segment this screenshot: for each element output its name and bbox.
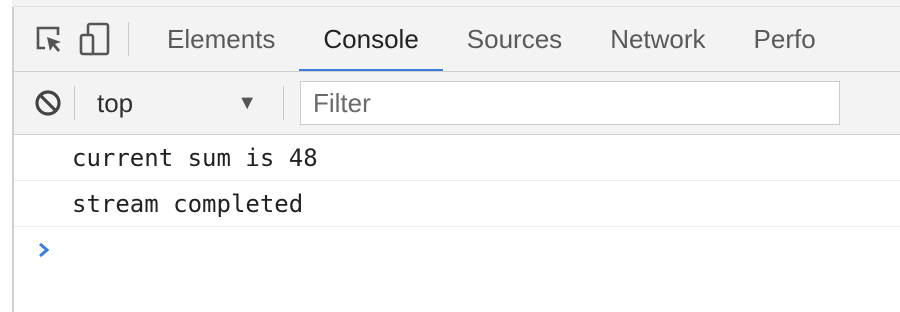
console-prompt[interactable] (14, 227, 900, 273)
tab-console[interactable]: Console (299, 7, 444, 71)
prompt-chevron-icon (39, 242, 50, 258)
tab-sources[interactable]: Sources (443, 7, 586, 71)
console-toolbar: top ▼ (14, 72, 900, 135)
context-selector-value: top (97, 87, 134, 118)
console-message: stream completed (14, 181, 900, 227)
inspect-element-icon[interactable] (26, 7, 72, 71)
dropdown-caret-icon: ▼ (237, 91, 257, 114)
console-message: current sum is 48 (14, 135, 900, 181)
clear-console-button[interactable] (22, 72, 74, 134)
toolbar-divider (283, 86, 284, 120)
filter-input[interactable] (301, 82, 839, 124)
tab-elements[interactable]: Elements (143, 7, 299, 71)
clear-console-icon (35, 90, 61, 116)
tab-performance[interactable]: Perfo (730, 7, 840, 71)
device-toolbar-icon[interactable] (72, 7, 118, 71)
tab-network[interactable]: Network (586, 7, 729, 71)
console-output: current sum is 48 stream completed (14, 135, 900, 312)
devtools-tab-bar: Elements Console Sources Network Perfo (14, 7, 900, 72)
window-top-border (12, 0, 900, 7)
tab-bar-divider (128, 22, 129, 56)
filter-box (300, 81, 840, 125)
context-selector[interactable]: top ▼ (75, 72, 283, 134)
